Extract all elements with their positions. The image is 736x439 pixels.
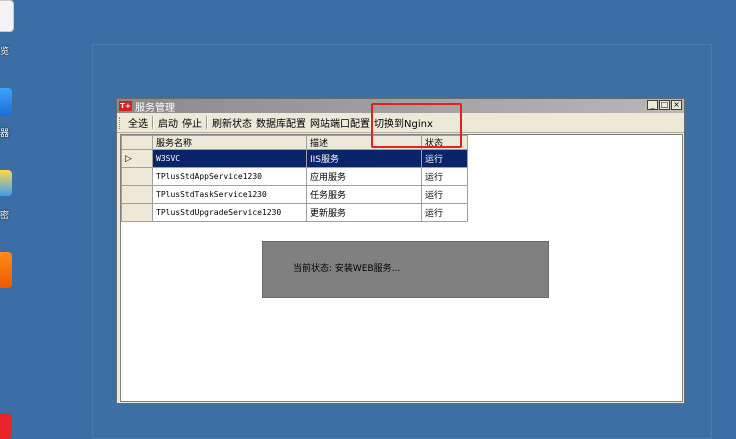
table-row[interactable]: TPlusStdUpgradeService1230 更新服务 运行 — [121, 203, 468, 222]
service-description-cell[interactable]: 应用服务 — [306, 167, 422, 186]
app-icon[interactable] — [0, 414, 12, 439]
refresh-status-button[interactable]: 刷新状态 — [210, 115, 254, 130]
table-row[interactable]: TPlusStdTaskService1230 任务服务 运行 — [121, 185, 468, 204]
service-name-cell[interactable]: TPlusStdTaskService1230 — [152, 185, 307, 204]
status-panel: 当前状态: 安装WEB服务... — [262, 241, 549, 298]
service-description-cell[interactable]: IIS服务 — [306, 149, 422, 168]
service-status-cell[interactable]: 运行 — [421, 203, 468, 222]
stop-button[interactable]: 停止 — [180, 115, 204, 130]
app-icon[interactable] — [0, 252, 12, 288]
toolbar-separator — [152, 116, 154, 129]
service-list-panel: 服务名称 描述 状态 ▷ W3SVC IIS服务 运行 TPlusStdAppS… — [120, 134, 683, 402]
row-indicator-icon: ▷ — [121, 149, 153, 168]
highlight-box — [371, 103, 462, 148]
browser-icon[interactable] — [0, 88, 12, 116]
desktop-label: 览 — [0, 47, 10, 57]
service-name-cell[interactable]: TPlusStdAppService1230 — [152, 167, 307, 186]
maximize-button[interactable]: □ — [659, 100, 670, 110]
desktop-label: 密 — [0, 211, 10, 221]
service-name-cell[interactable]: TPlusStdUpgradeService1230 — [152, 203, 307, 222]
service-description-cell[interactable]: 任务服务 — [306, 185, 422, 204]
document-icon[interactable] — [0, 0, 14, 32]
service-table: 服务名称 描述 状态 ▷ W3SVC IIS服务 运行 TPlusStdAppS… — [121, 135, 468, 222]
app-logo-icon: T+ — [119, 101, 132, 111]
lock-icon[interactable] — [0, 170, 12, 196]
start-button[interactable]: 启动 — [156, 115, 180, 130]
row-header-corner — [121, 135, 153, 150]
window-title: 服务管理 — [135, 102, 175, 114]
database-config-button[interactable]: 数据库配置 — [254, 115, 308, 130]
row-header-cell — [121, 167, 153, 186]
toolbar-separator — [206, 116, 208, 129]
service-status-cell[interactable]: 运行 — [421, 185, 468, 204]
site-port-config-button[interactable]: 网站端口配置 — [308, 115, 372, 130]
current-status-text: 当前状态: 安装WEB服务... — [293, 264, 401, 274]
service-description-cell[interactable]: 更新服务 — [306, 203, 422, 222]
service-status-cell[interactable]: 运行 — [421, 167, 468, 186]
column-header-name[interactable]: 服务名称 — [152, 135, 307, 150]
toolbar-grip[interactable] — [119, 116, 123, 129]
row-header-cell — [121, 203, 153, 222]
close-button[interactable]: × — [671, 100, 682, 110]
service-status-cell[interactable]: 运行 — [421, 149, 468, 168]
table-row[interactable]: TPlusStdAppService1230 应用服务 运行 — [121, 167, 468, 186]
row-header-cell — [121, 185, 153, 204]
service-name-cell[interactable]: W3SVC — [152, 149, 307, 168]
minimize-button[interactable]: _ — [647, 100, 658, 110]
select-all-button[interactable]: 全选 — [126, 115, 150, 130]
desktop-label: 器 — [0, 129, 10, 139]
table-row[interactable]: ▷ W3SVC IIS服务 运行 — [121, 149, 468, 168]
